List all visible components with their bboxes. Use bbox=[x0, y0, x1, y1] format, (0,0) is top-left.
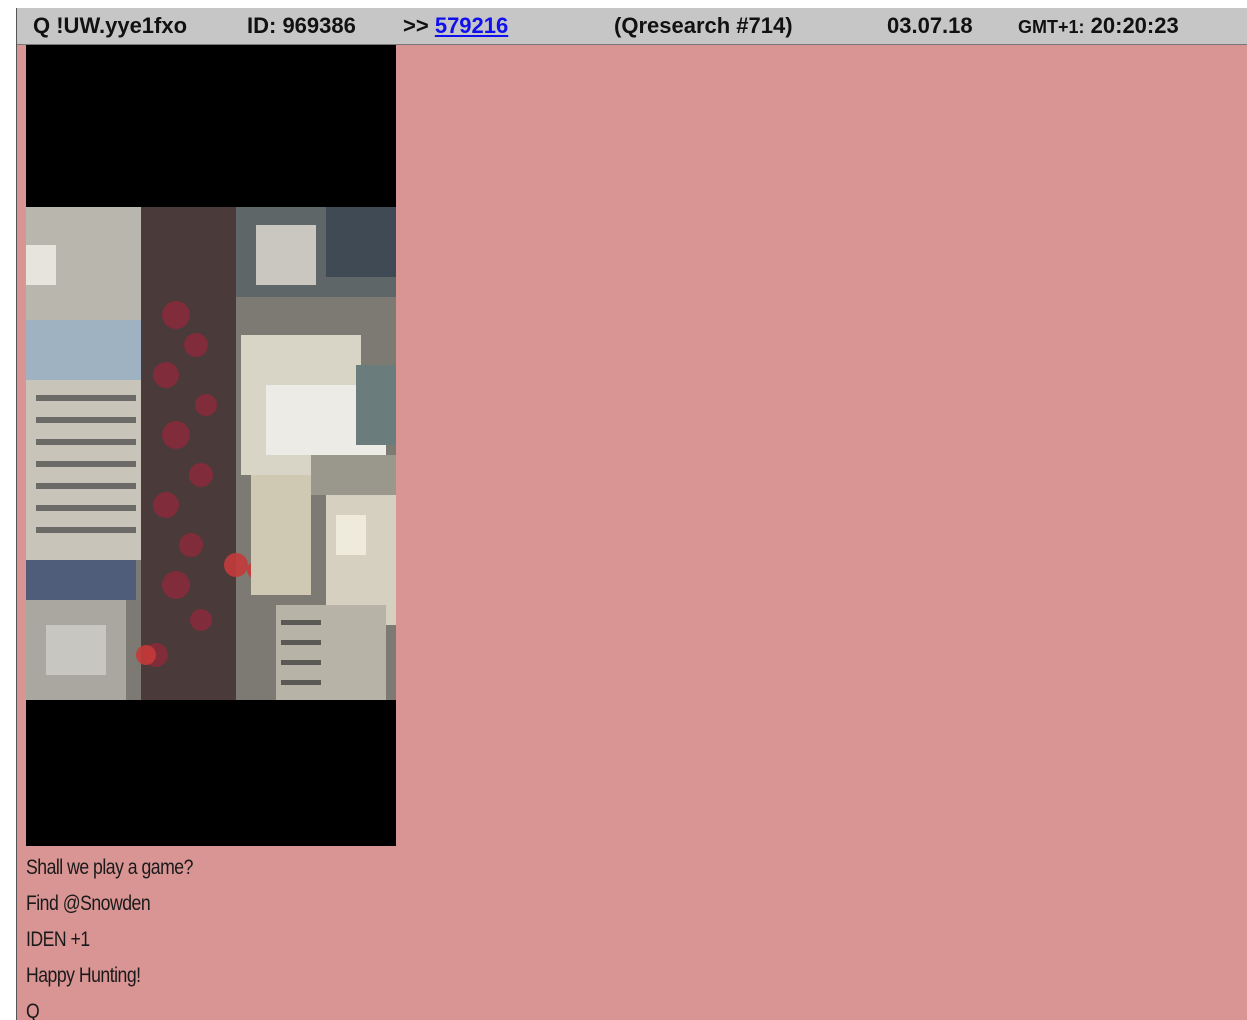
post-body: Shall we play a game? Find @Snowden IDEN… bbox=[26, 850, 225, 1020]
post-line: Shall we play a game? bbox=[26, 856, 193, 879]
q-post: Q !UW.yye1fxo ID: 969386 >> 579216 (Qres… bbox=[16, 8, 1247, 1020]
post-time: GMT+1: 20:20:23 bbox=[1018, 13, 1179, 40]
thread-label: (Qresearch #714) bbox=[614, 13, 793, 38]
reply-reference: >> 579216 bbox=[403, 13, 508, 39]
post-image[interactable] bbox=[26, 45, 396, 846]
post-signature: Q bbox=[26, 1000, 40, 1020]
post-line: IDEN +1 bbox=[26, 928, 90, 951]
time-zone: GMT+1: bbox=[1018, 17, 1085, 37]
aerial-city-image bbox=[26, 45, 396, 846]
post-line: Happy Hunting! bbox=[26, 964, 141, 987]
post-date: 03.07.18 bbox=[887, 13, 973, 38]
reply-prefix: >> bbox=[403, 13, 429, 38]
post-author: Q !UW.yye1fxo bbox=[33, 13, 188, 38]
page: Q !UW.yye1fxo ID: 969386 >> 579216 (Qres… bbox=[0, 0, 1247, 1020]
reply-link[interactable]: 579216 bbox=[435, 13, 508, 38]
time-value: 20:20:23 bbox=[1090, 13, 1179, 38]
post-header: Q !UW.yye1fxo ID: 969386 >> 579216 (Qres… bbox=[17, 8, 1247, 45]
post-id: ID: 969386 bbox=[247, 13, 356, 38]
post-line: Find @Snowden bbox=[26, 892, 151, 915]
